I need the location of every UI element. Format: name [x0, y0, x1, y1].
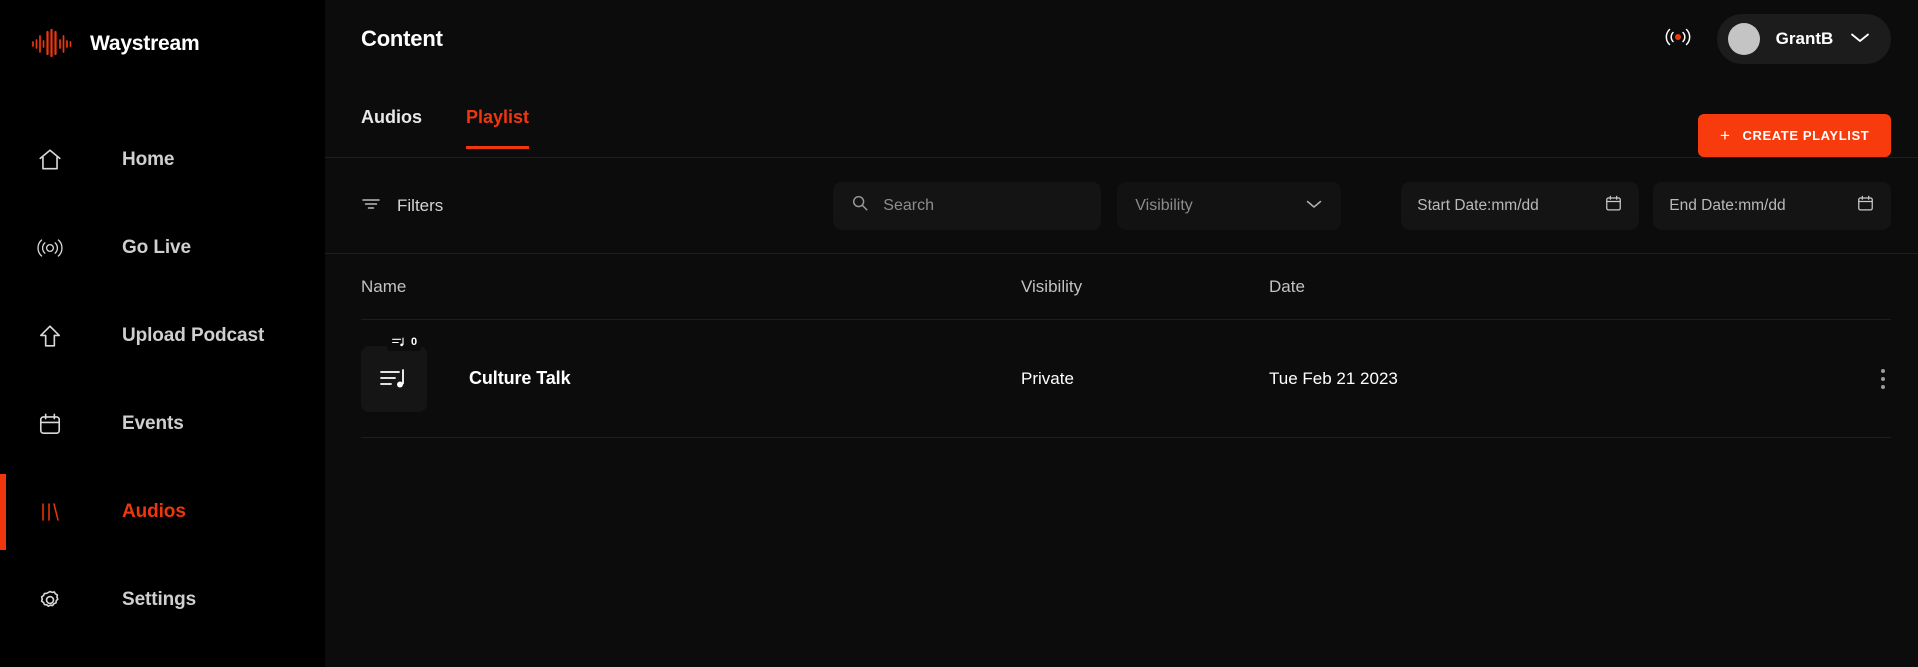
- sidebar-item-home[interactable]: Home: [0, 116, 325, 204]
- app-root: Waystream Home Go Live Upload Podcast Ev…: [0, 0, 1918, 667]
- more-dot: [1881, 384, 1886, 389]
- row-actions: [1831, 363, 1891, 395]
- visibility-select[interactable]: Visibility: [1117, 181, 1342, 230]
- upload-icon: [30, 323, 70, 349]
- sidebar-nav: Home Go Live Upload Podcast Events Audio…: [0, 116, 325, 644]
- topbar-right: GrantB: [1663, 14, 1892, 64]
- badge-count: 0: [411, 336, 418, 348]
- column-header-date: Date: [1269, 276, 1305, 296]
- playlist-count-badge: 0: [387, 333, 422, 351]
- more-dot: [1881, 376, 1886, 381]
- tabs: Audios Playlist: [361, 78, 530, 157]
- sidebar-item-go-live[interactable]: Go Live: [0, 204, 325, 292]
- start-date-text: Start Date:mm/dd: [1417, 196, 1539, 214]
- sidebar-item-upload-podcast[interactable]: Upload Podcast: [0, 292, 325, 380]
- row-visibility: Private: [1021, 368, 1074, 388]
- sidebar-item-label: Audios: [122, 501, 186, 522]
- audio-bars-icon: [30, 499, 70, 525]
- sidebar: Waystream Home Go Live Upload Podcast Ev…: [0, 0, 325, 667]
- filter-bar: Filters Visibility Start: [325, 158, 1918, 254]
- tabs-row: Audios Playlist + CREATE PLAYLIST: [325, 78, 1918, 158]
- filters-button[interactable]: Filters: [361, 196, 443, 216]
- calendar-icon: [30, 411, 70, 437]
- search-input[interactable]: [883, 196, 1084, 215]
- row-name-cell: 0 Culture Talk: [361, 333, 1021, 412]
- column-header-name: Name: [361, 276, 407, 296]
- create-playlist-button[interactable]: + CREATE PLAYLIST: [1698, 114, 1892, 157]
- calendar-icon[interactable]: [1604, 194, 1623, 218]
- sidebar-item-events[interactable]: Events: [0, 380, 325, 468]
- gear-icon: [30, 587, 70, 613]
- search-box[interactable]: [833, 181, 1102, 230]
- avatar: [1727, 23, 1760, 55]
- sidebar-item-settings[interactable]: Settings: [0, 556, 325, 644]
- calendar-icon[interactable]: [1856, 194, 1875, 218]
- filters-label: Filters: [397, 195, 444, 215]
- main-content: Content GrantB Audios Playlist + CREATE …: [325, 0, 1918, 667]
- end-date-input[interactable]: End Date:mm/dd: [1653, 181, 1892, 230]
- sidebar-item-label: Upload Podcast: [122, 325, 265, 346]
- home-icon: [30, 147, 70, 173]
- user-menu[interactable]: GrantB: [1716, 14, 1892, 64]
- playlist-table: Name Visibility Date 0 Culture Talk Priv…: [325, 254, 1918, 438]
- filter-icon: [361, 196, 381, 216]
- more-dot: [1881, 368, 1886, 373]
- topbar: Content GrantB: [325, 0, 1918, 78]
- playlist-music-icon: [392, 337, 404, 346]
- sidebar-item-label: Go Live: [122, 237, 191, 258]
- tab-audios[interactable]: Audios: [361, 78, 422, 157]
- sidebar-item-label: Settings: [122, 589, 197, 610]
- live-broadcast-icon[interactable]: [1663, 25, 1693, 54]
- search-icon: [851, 194, 869, 217]
- row-date: Tue Feb 21 2023: [1269, 368, 1398, 388]
- playlist-title: Culture Talk: [469, 368, 571, 388]
- end-date-text: End Date:mm/dd: [1669, 196, 1786, 214]
- more-vertical-icon[interactable]: [1875, 363, 1891, 395]
- sidebar-item-label: Home: [122, 149, 175, 170]
- chevron-down-icon: [1305, 197, 1323, 215]
- brand-name: Waystream: [90, 32, 200, 55]
- table-row[interactable]: 0 Culture Talk Private Tue Feb 21 2023: [361, 320, 1892, 438]
- column-header-visibility: Visibility: [1021, 276, 1083, 296]
- sidebar-item-label: Events: [122, 413, 184, 434]
- sidebar-item-audios[interactable]: Audios: [0, 468, 325, 556]
- user-name: GrantB: [1775, 29, 1834, 48]
- tab-playlist[interactable]: Playlist: [466, 78, 530, 157]
- table-header: Name Visibility Date: [361, 254, 1892, 320]
- plus-icon: +: [1720, 126, 1731, 145]
- broadcast-icon: [30, 235, 70, 261]
- waveform-icon: [32, 28, 72, 58]
- brand[interactable]: Waystream: [0, 0, 325, 64]
- chevron-down-icon: [1849, 30, 1871, 49]
- page-title: Content: [361, 26, 443, 51]
- playlist-thumbnail[interactable]: 0: [361, 333, 427, 412]
- start-date-input[interactable]: Start Date:mm/dd: [1401, 181, 1640, 230]
- playlist-music-icon: [380, 368, 404, 387]
- create-playlist-label: CREATE PLAYLIST: [1742, 128, 1870, 143]
- visibility-label: Visibility: [1135, 196, 1193, 214]
